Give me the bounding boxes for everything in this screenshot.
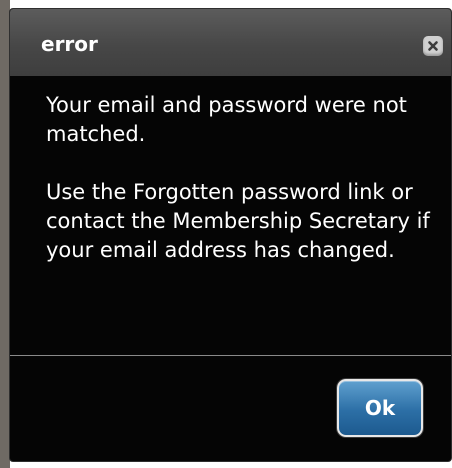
dialog-message: Your email and password were not matched…: [46, 91, 436, 265]
ok-button[interactable]: Ok: [337, 379, 423, 437]
close-button[interactable]: [423, 36, 443, 56]
message-paragraph-mismatch: Your email and password were not matched…: [46, 93, 407, 146]
error-dialog: error Your email and password were not m…: [9, 8, 452, 462]
dialog-title: error: [41, 32, 98, 56]
close-icon: [428, 41, 438, 51]
dialog-divider: [10, 355, 451, 356]
message-paragraph-help: Use the Forgotten password link or conta…: [46, 180, 430, 262]
dialog-titlebar: error: [10, 9, 451, 76]
